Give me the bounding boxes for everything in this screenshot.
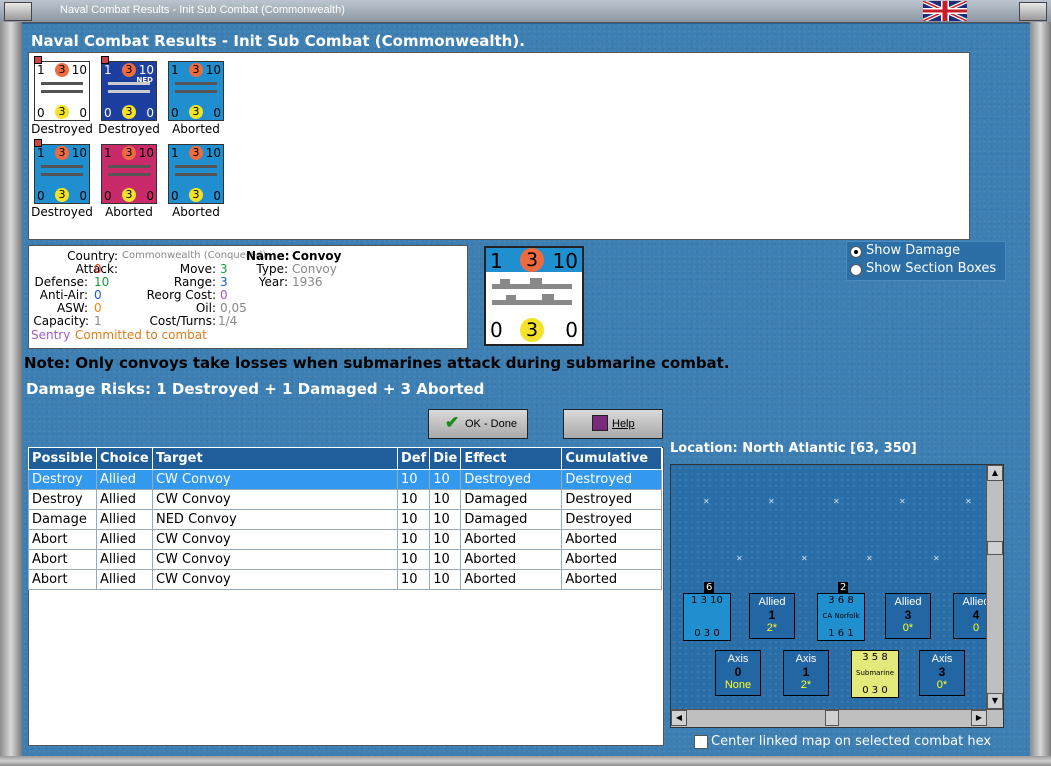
scroll-up-icon[interactable]: ▲ [987,465,1003,481]
table-row[interactable]: Destroy Allied CW Convoy 10 10 Damaged Destroy… [28,489,662,510]
allied-cruiser-counter[interactable]: 2 3 6 8 CA Norfolk 1 6 1 [817,582,865,641]
dialog-heading: Naval Combat Results - Init Sub Combat (… [31,32,525,50]
table-row[interactable]: Abort Allied CW Convoy 10 10 Aborted Aborted [28,529,662,550]
radio-selected-icon [850,246,862,258]
convoy-ship-icon [492,278,572,305]
scroll-thumb[interactable] [825,710,839,726]
scroll-thumb[interactable] [987,541,1003,555]
unit-status: Aborted [172,205,220,219]
unit-counter[interactable]: 1 3 10 030 Destroyed [31,139,93,219]
stack-size-badge: 6 [704,582,715,593]
unit-counter[interactable]: 1 3 10 NED 030 Destroyed [98,56,160,136]
bottom-frame [0,756,1051,766]
convoy-ship-icon [108,82,150,85]
center-map-label: Center linked map on selected combat hex [711,734,992,749]
map-horizontal-scrollbar[interactable]: ◀ ▶ [671,709,1003,727]
system-menu-button[interactable] [4,2,32,21]
col-possible[interactable]: Possible [28,447,97,470]
unit-counter[interactable]: 1 3 10 030 Aborted [98,144,160,219]
table-row[interactable]: Abort Allied CW Convoy 10 10 Aborted Aborted [28,549,662,570]
col-def[interactable]: Def [396,447,431,470]
scroll-left-icon[interactable]: ◀ [671,710,687,726]
radio-unselected-icon [850,264,862,276]
combat-map[interactable]: ✕ ✕ ✕ ✕ ✕ ✕ ✕ ✕ ✕ 6 1 3 10 0 3 0 Allied 1 2* 2… [670,464,1004,728]
axis-submarine-counter[interactable]: 3 5 8 Submarine 0 3 0 [851,650,899,698]
location-label: Location: North Atlantic [63, 350] [670,441,917,456]
convoy-ship-icon [41,82,83,85]
allied-stack-counter[interactable]: 6 1 3 10 0 3 0 [683,582,731,641]
title-bar: Naval Combat Results - Init Sub Combat (… [0,0,1051,23]
selected-unit-counter: 1 3 10 0 3 0 [484,246,584,346]
unit-counter[interactable]: 1 3 10 030 Destroyed [31,56,93,136]
help-book-icon [592,415,608,431]
col-cumulative[interactable]: Cumulative [561,447,662,470]
window-title: Naval Combat Results - Init Sub Combat (… [60,4,345,16]
ok-done-button[interactable]: ✔ OK - Done [428,409,528,439]
combat-results-table: Possible Choice Target Def Die Effect Cu… [28,447,662,590]
map-vertical-scrollbar[interactable]: ▲ ▼ [986,465,1003,709]
table-row[interactable]: Damage Allied NED Convoy 10 10 Damaged Destroy… [28,509,662,530]
unit-info-panel: Country: Commonwealth (Conquered) Attack… [28,245,468,349]
center-map-checkbox[interactable] [694,735,708,749]
col-choice[interactable]: Choice [95,447,153,470]
allied-section-box[interactable]: Allied 1 2* [749,593,795,639]
col-target[interactable]: Target [151,447,398,470]
stack-size-badge: 2 [838,582,849,593]
note-text: Note: Only convoys take losses when subm… [24,354,730,372]
col-die[interactable]: Die [429,447,462,470]
unit-status: Destroyed [31,205,93,219]
axis-section-box[interactable]: Axis 3 0* [919,650,965,696]
unit-counter[interactable]: 1 3 10 030 Aborted [165,61,227,136]
table-row[interactable]: Destroy Allied CW Convoy 10 10 Destroyed Destr… [28,469,662,490]
convoy-ship-icon [175,165,217,168]
unit-status: Aborted [105,205,153,219]
help-button[interactable]: Help [563,409,663,439]
scroll-down-icon[interactable]: ▼ [987,693,1003,709]
close-button[interactable] [1019,2,1047,21]
checkmark-icon: ✔ [445,413,460,432]
convoy-ship-icon [175,82,217,85]
axis-section-box[interactable]: Axis 1 2* [783,650,829,696]
right-frame [1030,22,1051,766]
convoy-ship-icon [41,165,83,168]
union-jack-flag-icon [923,1,967,21]
window: Naval Combat Results - Init Sub Combat (… [0,0,1051,766]
allied-section-box[interactable]: Allied 3 0* [885,593,931,639]
axis-section-box[interactable]: Axis 0 None [715,650,761,696]
show-damage-radio[interactable]: Show Damage [848,243,1002,260]
unit-status: Destroyed [98,122,160,136]
show-section-boxes-radio[interactable]: Show Section Boxes [848,261,1002,278]
left-frame [0,22,22,766]
table-row[interactable]: Abort Allied CW Convoy 10 10 Aborted Aborted [28,569,662,590]
sea-area: ✕ ✕ ✕ ✕ ✕ ✕ ✕ ✕ ✕ 6 1 3 10 0 3 0 Allied 1 2* 2… [671,465,999,709]
unit-status: Destroyed [31,122,93,136]
units-panel: 1 3 10 030 Destroyed 1 3 10 NED 030 Destroye… [28,52,970,240]
col-effect[interactable]: Effect [460,447,563,470]
scroll-right-icon[interactable]: ▶ [971,710,987,726]
convoy-ship-icon [108,165,150,168]
unit-counter[interactable]: 1 3 10 030 Aborted [165,144,227,219]
unit-status: Aborted [172,122,220,136]
damage-risks-text: Damage Risks: 1 Destroyed + 1 Damaged + … [26,380,485,398]
